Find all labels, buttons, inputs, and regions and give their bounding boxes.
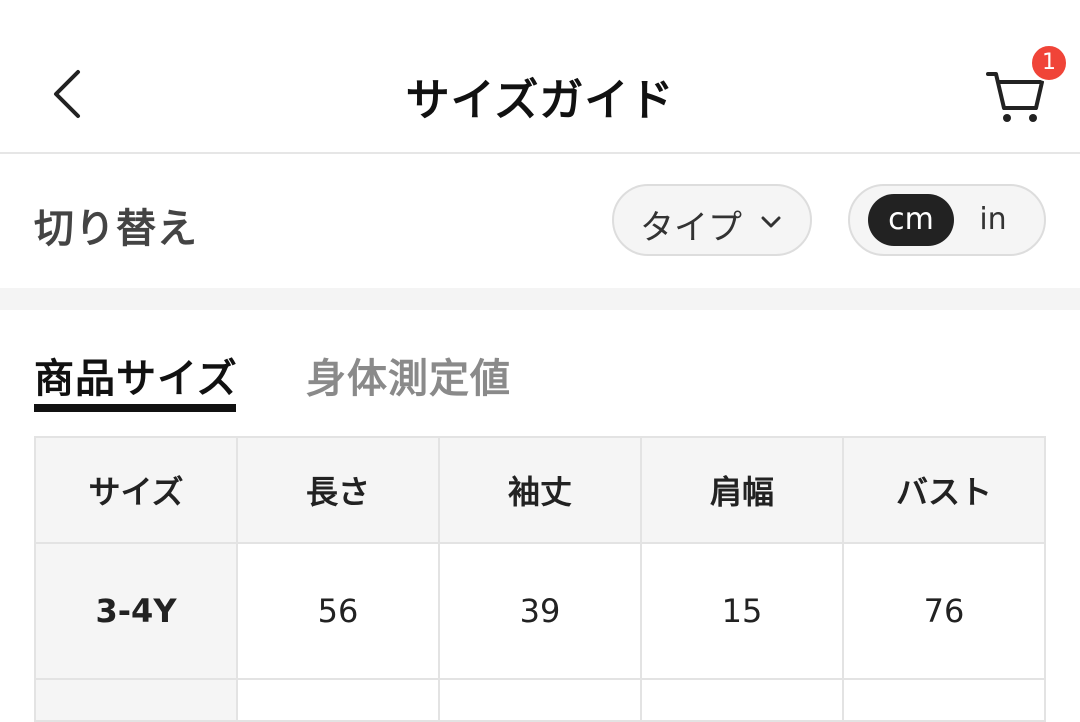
top-app-bar: サイズガイド 1 xyxy=(0,0,1080,154)
cell-length xyxy=(236,678,440,722)
cell-length: 56 xyxy=(236,542,440,680)
page-title: サイズガイド xyxy=(405,75,675,126)
size-table: サイズ 長さ 袖丈 肩幅 バスト 3-4Y 56 39 15 76 xyxy=(34,436,1046,722)
active-tab-indicator xyxy=(34,404,236,412)
header-length: 長さ xyxy=(236,436,440,544)
cell-shoulder: 15 xyxy=(640,542,844,680)
switch-label: 切り替え xyxy=(34,206,198,252)
cell-sleeve: 39 xyxy=(438,542,642,680)
header-shoulder: 肩幅 xyxy=(640,436,844,544)
section-divider xyxy=(0,288,1080,310)
table-row: 3-4Y 56 39 15 76 xyxy=(34,542,1046,680)
table-header-row: サイズ 長さ 袖丈 肩幅 バスト xyxy=(34,436,1046,544)
cell-sleeve xyxy=(438,678,642,722)
type-dropdown[interactable]: タイプ xyxy=(612,184,812,256)
unit-toggle: cm in xyxy=(848,184,1046,256)
cell-size xyxy=(34,678,238,722)
tab-product-size[interactable]: 商品サイズ xyxy=(34,346,238,404)
cell-bust xyxy=(842,678,1046,722)
tab-body-measurements[interactable]: 身体測定値 xyxy=(306,346,511,404)
header-sleeve: 袖丈 xyxy=(438,436,642,544)
header-bust: バスト xyxy=(842,436,1046,544)
cell-bust: 76 xyxy=(842,542,1046,680)
type-dropdown-label: タイプ xyxy=(640,208,742,248)
chevron-down-icon xyxy=(761,216,781,228)
unit-in-option[interactable]: in xyxy=(954,194,1032,246)
unit-switch-row: 切り替え タイプ cm in xyxy=(0,154,1080,288)
cell-size: 3-4Y xyxy=(34,542,238,680)
cart-count-badge: 1 xyxy=(1030,44,1068,82)
table-row xyxy=(34,678,1046,722)
header-size: サイズ xyxy=(34,436,238,544)
unit-cm-option[interactable]: cm xyxy=(868,194,954,246)
cell-shoulder xyxy=(640,678,844,722)
